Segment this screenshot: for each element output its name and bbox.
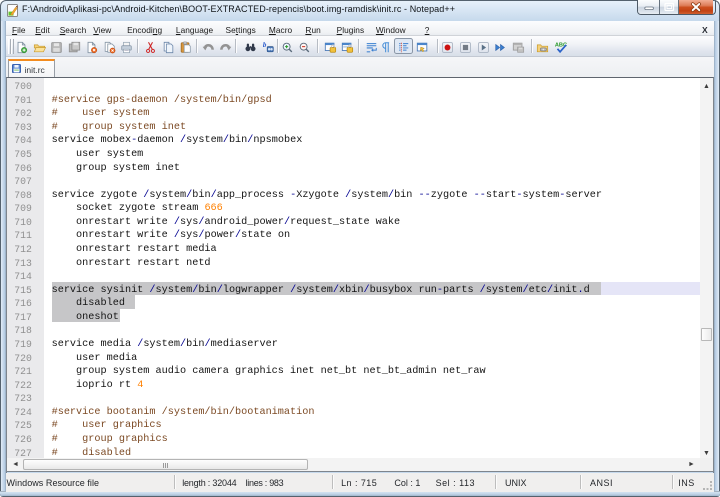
svg-text:b: b	[262, 42, 266, 49]
